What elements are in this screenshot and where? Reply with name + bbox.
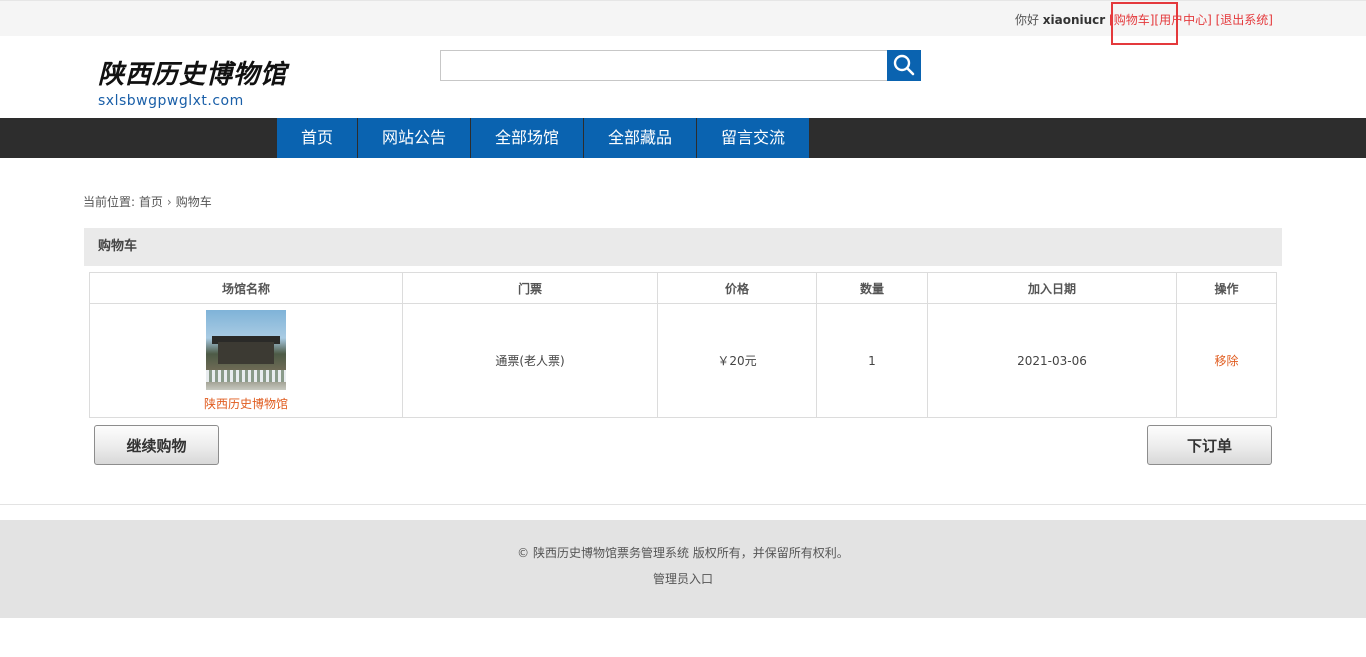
footer-divider (0, 504, 1366, 520)
table-row: 陕西历史博物馆 通票(老人票) ￥20元 1 2021-03-06 移除 (89, 303, 1277, 418)
remove-button[interactable]: 移除 (1214, 354, 1238, 368)
breadcrumb-separator: › (166, 195, 172, 209)
search-bar (440, 50, 921, 81)
search-button[interactable] (887, 50, 921, 81)
logout-link[interactable]: [退出系统] (1216, 13, 1273, 27)
nav-item-venues[interactable]: 全部场馆 (471, 118, 584, 158)
col-ticket: 门票 (402, 272, 658, 304)
venue-cell: 陕西历史博物馆 (89, 303, 403, 418)
search-icon (893, 54, 915, 76)
col-venue-name: 场馆名称 (89, 272, 403, 304)
cart-link[interactable]: [购物车] (1109, 13, 1154, 27)
cart-table: 场馆名称 门票 价格 数量 加入日期 操作 陕西历史博物馆 通票(老人票) ￥2… (89, 272, 1277, 418)
nav-item-announcements[interactable]: 网站公告 (358, 118, 471, 158)
venue-image[interactable] (206, 309, 286, 390)
breadcrumb: 当前位置: 首页 › 购物车 (83, 193, 212, 210)
table-header-row: 场馆名称 门票 价格 数量 加入日期 操作 (89, 272, 1277, 304)
logo-text-en: sxlsbwgpwglxt.com (98, 93, 244, 109)
col-price: 价格 (657, 272, 817, 304)
main-nav: 首页 网站公告 全部场馆 全部藏品 留言交流 (0, 118, 1366, 158)
action-cell: 移除 (1176, 303, 1277, 418)
place-order-button[interactable]: 下订单 (1147, 425, 1272, 465)
greeting-text: 你好 (1014, 13, 1039, 27)
top-bar: 你好 xiaoniucr [购物车][用户中心] [退出系统] (0, 0, 1366, 36)
breadcrumb-prefix: 当前位置: (83, 195, 136, 209)
nav-item-messages[interactable]: 留言交流 (697, 118, 810, 158)
header: 陕西历史博物馆 sxlsbwgpwglxt.com (0, 36, 1366, 118)
user-center-link[interactable]: [用户中心] (1154, 13, 1211, 27)
continue-shopping-button[interactable]: 继续购物 (94, 425, 219, 465)
footer: © 陕西历史博物馆票务管理系统 版权所有，并保留所有权利。 管理员入口 (0, 520, 1366, 618)
logo-text-cn: 陕西历史博物馆 (98, 60, 288, 90)
user-greeting: 你好 xiaoniucr [购物车][用户中心] [退出系统] (1015, 11, 1273, 28)
breadcrumb-home[interactable]: 首页 (139, 195, 163, 209)
cart-section-title: 购物车 (84, 228, 1282, 266)
main-content: 当前位置: 首页 › 购物车 购物车 场馆名称 门票 价格 数量 加入日期 操作 陕… (0, 158, 1366, 504)
username: xiaoniucr (1042, 13, 1106, 27)
nav-item-home[interactable]: 首页 (277, 118, 358, 158)
admin-entry-link[interactable]: 管理员入口 (0, 570, 1366, 587)
col-quantity: 数量 (816, 272, 928, 304)
col-action: 操作 (1176, 272, 1277, 304)
quantity-cell: 1 (816, 303, 928, 418)
price-cell: ￥20元 (657, 303, 817, 418)
ticket-cell: 通票(老人票) (402, 303, 658, 418)
col-date: 加入日期 (927, 272, 1177, 304)
nav-item-collections[interactable]: 全部藏品 (584, 118, 697, 158)
venue-name-link[interactable]: 陕西历史博物馆 (91, 395, 401, 412)
site-logo[interactable]: 陕西历史博物馆 sxlsbwgpwglxt.com (98, 54, 287, 109)
breadcrumb-current: 购物车 (175, 195, 212, 209)
search-input[interactable] (440, 50, 891, 81)
date-cell: 2021-03-06 (927, 303, 1177, 418)
copyright-text: © 陕西历史博物馆票务管理系统 版权所有，并保留所有权利。 (517, 546, 849, 560)
